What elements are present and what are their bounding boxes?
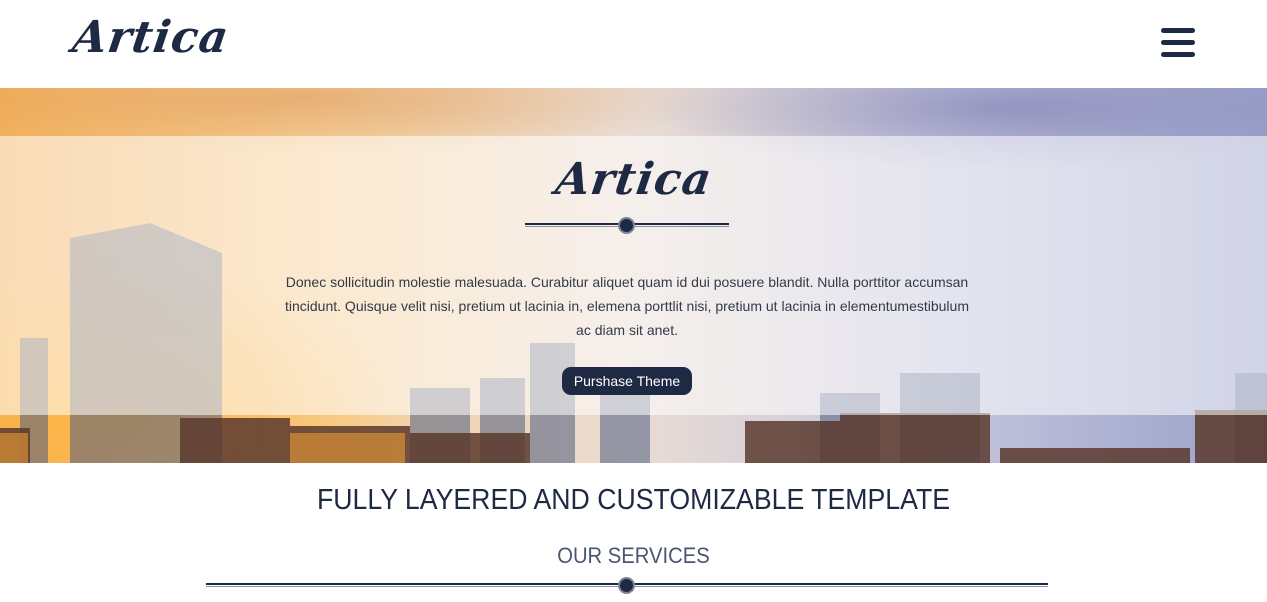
services-heading: OUR SERVICES (557, 543, 710, 568)
services-divider (206, 575, 1048, 595)
menu-bar (1161, 28, 1195, 33)
site-logo[interactable]: Artica (69, 12, 232, 63)
hero-banner: Artica Donec sollicitudin molestie males… (0, 88, 1267, 463)
site-header: Artica (0, 0, 1267, 88)
menu-bar (1161, 40, 1195, 45)
hero-logo: Artica (0, 154, 1267, 205)
purchase-theme-button[interactable]: Purshase Theme (562, 367, 692, 395)
divider-dot-icon (618, 216, 635, 234)
menu-bar (1161, 52, 1195, 57)
hero-logo-text: Artica (552, 154, 715, 205)
hero-description: Donec sollicitudin molestie malesuada. C… (285, 274, 969, 338)
hamburger-menu-icon[interactable] (1158, 24, 1200, 60)
hero-divider (525, 215, 729, 235)
intro-heading: FULLY LAYERED AND CUSTOMIZABLE TEMPLATE (316, 484, 951, 516)
divider-dot-icon (618, 576, 635, 594)
